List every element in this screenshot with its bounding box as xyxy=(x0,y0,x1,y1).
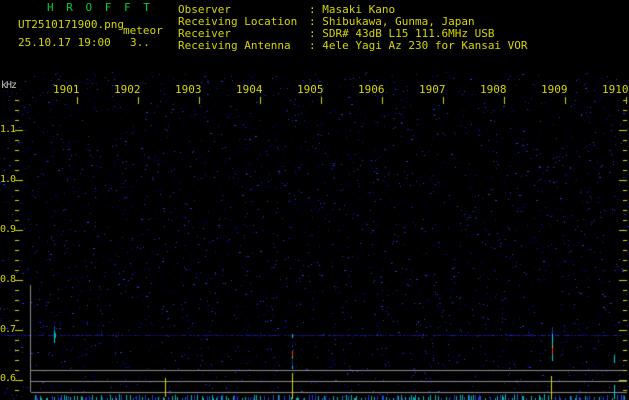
time-label-1902: 1902 xyxy=(114,83,141,96)
freq-label-0-7: 0.7 xyxy=(0,324,16,335)
freq-label-1-1: 1.1 xyxy=(0,124,16,135)
info-row-antenna: Receiving Antenna: 4ele Yagi Az 230 for … xyxy=(178,40,528,52)
time-label-1903: 1903 xyxy=(175,83,202,96)
freq-axis-unit: kHz xyxy=(1,80,17,91)
freq-label-1-0: 1.0 xyxy=(0,174,16,185)
output-filename: UT2510171900.png xyxy=(18,18,124,31)
sample-counter: 3.. xyxy=(130,36,150,49)
colon: : xyxy=(309,39,316,52)
time-label-1910: 1910 xyxy=(602,83,629,96)
time-label-1901: 1901 xyxy=(53,83,80,96)
time-label-1908: 1908 xyxy=(480,83,507,96)
app-title: H R O F F T xyxy=(47,1,153,14)
freq-label-0-9: 0.9 xyxy=(0,224,16,235)
hrofft-window: H R O F F T UT2510171900.png meteor 25.1… xyxy=(0,0,629,400)
time-label-1909: 1909 xyxy=(541,83,568,96)
time-label-1906: 1906 xyxy=(358,83,385,96)
time-label-1907: 1907 xyxy=(419,83,446,96)
antenna-value: 4ele Yagi Az 230 for Kansai VOR xyxy=(322,39,528,52)
freq-label-0-8: 0.8 xyxy=(0,274,16,285)
date-time-label: 25.10.17 19:00 xyxy=(18,36,111,49)
antenna-label: Receiving Antenna xyxy=(178,39,291,52)
freq-label-0-6: 0.6 xyxy=(0,373,16,384)
time-label-1904: 1904 xyxy=(236,83,263,96)
time-label-1905: 1905 xyxy=(297,83,324,96)
spectrogram-canvas xyxy=(0,0,629,400)
